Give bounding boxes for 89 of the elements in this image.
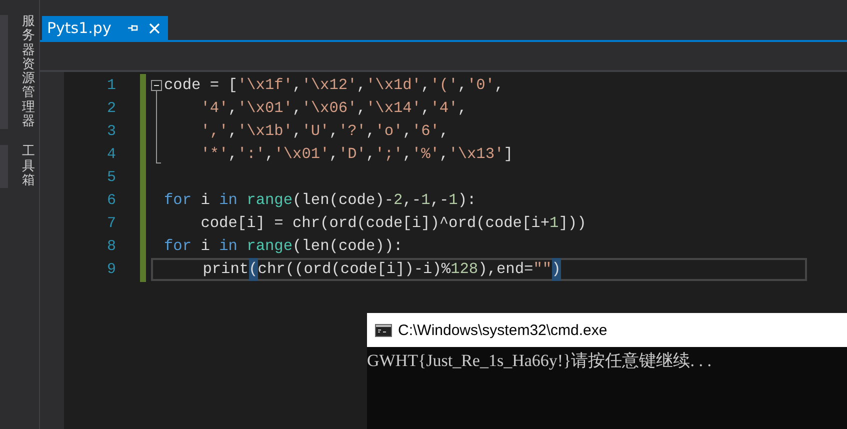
string-literal: '4': [430, 98, 458, 119]
line-number: 3: [106, 122, 117, 142]
string-literal: 'U': [302, 121, 330, 142]
string-literal: '\x12': [302, 75, 357, 96]
line-number: 2: [106, 99, 117, 119]
keyword: for: [164, 190, 192, 211]
number-literal: 128: [450, 259, 478, 280]
code-text: ,: [366, 121, 376, 142]
string-literal: '%': [412, 144, 440, 165]
code-text: ,: [494, 75, 504, 96]
code-text: ,: [356, 75, 366, 96]
string-literal: '\x01': [274, 144, 330, 165]
builtin-name: range: [246, 236, 293, 257]
side-panel-tab[interactable]: 工具箱: [0, 145, 35, 188]
string-literal: '\x1f': [237, 75, 293, 96]
string-literal: "": [533, 259, 552, 280]
matched-brace: (: [248, 258, 258, 281]
console-output: GWHT{Just_Re_1s_Ha66y!}请按任意键继续. . .: [367, 351, 712, 370]
code-text: i: [200, 236, 211, 257]
code-text: ,: [356, 98, 366, 119]
line-number: 9: [106, 260, 117, 280]
code-text: code[i] = chr(ord(code[i])^ord(code[i+: [200, 213, 550, 234]
string-literal: 'D': [338, 144, 366, 165]
line-number: 5: [106, 168, 117, 188]
window-title: C:\Windows\system32\cmd.exe: [398, 322, 608, 338]
pin-icon[interactable]: [127, 23, 140, 33]
code-text: ,: [402, 144, 412, 165]
code-text: ,-: [402, 190, 422, 211]
line-number: 6: [106, 191, 117, 211]
string-literal: ';': [375, 144, 403, 165]
line-number: 8: [106, 237, 117, 257]
file-tab[interactable]: Pyts1.py: [42, 16, 168, 40]
code-text: ,: [439, 144, 449, 165]
code-text: chr((ord(code[i])-i)%: [258, 259, 451, 280]
code-text: ,: [228, 121, 238, 142]
code-text: ,: [366, 144, 376, 165]
console-icon: [375, 324, 392, 336]
number-literal: 1: [448, 190, 458, 211]
code-text: ,: [439, 121, 449, 142]
string-literal: '(': [430, 75, 458, 96]
code-text: i: [200, 190, 211, 211]
number-literal: 1: [421, 190, 430, 211]
code-text: ,: [402, 121, 412, 142]
keyword: in: [219, 190, 238, 211]
code-text: ,: [292, 75, 302, 96]
string-literal: '\x13': [448, 144, 504, 165]
code-text: ),end=: [478, 259, 534, 280]
string-literal: '?': [338, 121, 366, 142]
string-literal: ',': [200, 121, 228, 142]
code-text: ,: [292, 121, 302, 142]
builtin-name: range: [246, 190, 293, 211]
string-literal: '\x06': [302, 98, 357, 119]
code-text: (len(code)-: [292, 190, 394, 211]
keyword: in: [219, 236, 238, 257]
number-literal: 1: [550, 213, 559, 234]
string-literal: '0': [466, 75, 495, 96]
line-number: 1: [106, 76, 117, 96]
code-text: (len(code)):: [292, 236, 403, 257]
code-text: print: [202, 259, 249, 280]
string-literal: '4': [200, 98, 228, 119]
code-text: ])): [558, 213, 586, 234]
code-text: ,: [458, 98, 467, 119]
string-literal: '\x01': [237, 98, 293, 119]
code-text: ,: [329, 144, 338, 165]
line-number: 7: [106, 214, 117, 234]
string-literal: '\x14': [366, 98, 422, 119]
line-number: 4: [106, 145, 117, 165]
code-text: ,: [228, 98, 238, 119]
number-literal: 2: [394, 190, 403, 211]
code-text: ,: [228, 144, 238, 165]
string-literal: '\x1d': [366, 75, 422, 96]
code-text: code = [: [164, 75, 238, 96]
string-literal: 'o': [375, 121, 403, 142]
code-text: ):: [458, 190, 476, 211]
string-literal: ':': [237, 144, 265, 165]
string-literal: '\x1b': [237, 121, 293, 142]
code-text: ,: [292, 98, 302, 119]
code-text: ]: [504, 144, 513, 165]
code-text: ,: [458, 75, 467, 96]
matched-brace: ): [552, 258, 561, 281]
code-text: ,-: [430, 190, 449, 211]
code-text: ,: [421, 98, 430, 119]
keyword: for: [164, 236, 192, 257]
code-text: ,: [329, 121, 338, 142]
string-literal: '6': [412, 121, 440, 142]
string-literal: '*': [200, 144, 228, 165]
code-text: ,: [264, 144, 274, 165]
code-text: ,: [421, 75, 430, 96]
close-icon[interactable]: [149, 22, 160, 34]
